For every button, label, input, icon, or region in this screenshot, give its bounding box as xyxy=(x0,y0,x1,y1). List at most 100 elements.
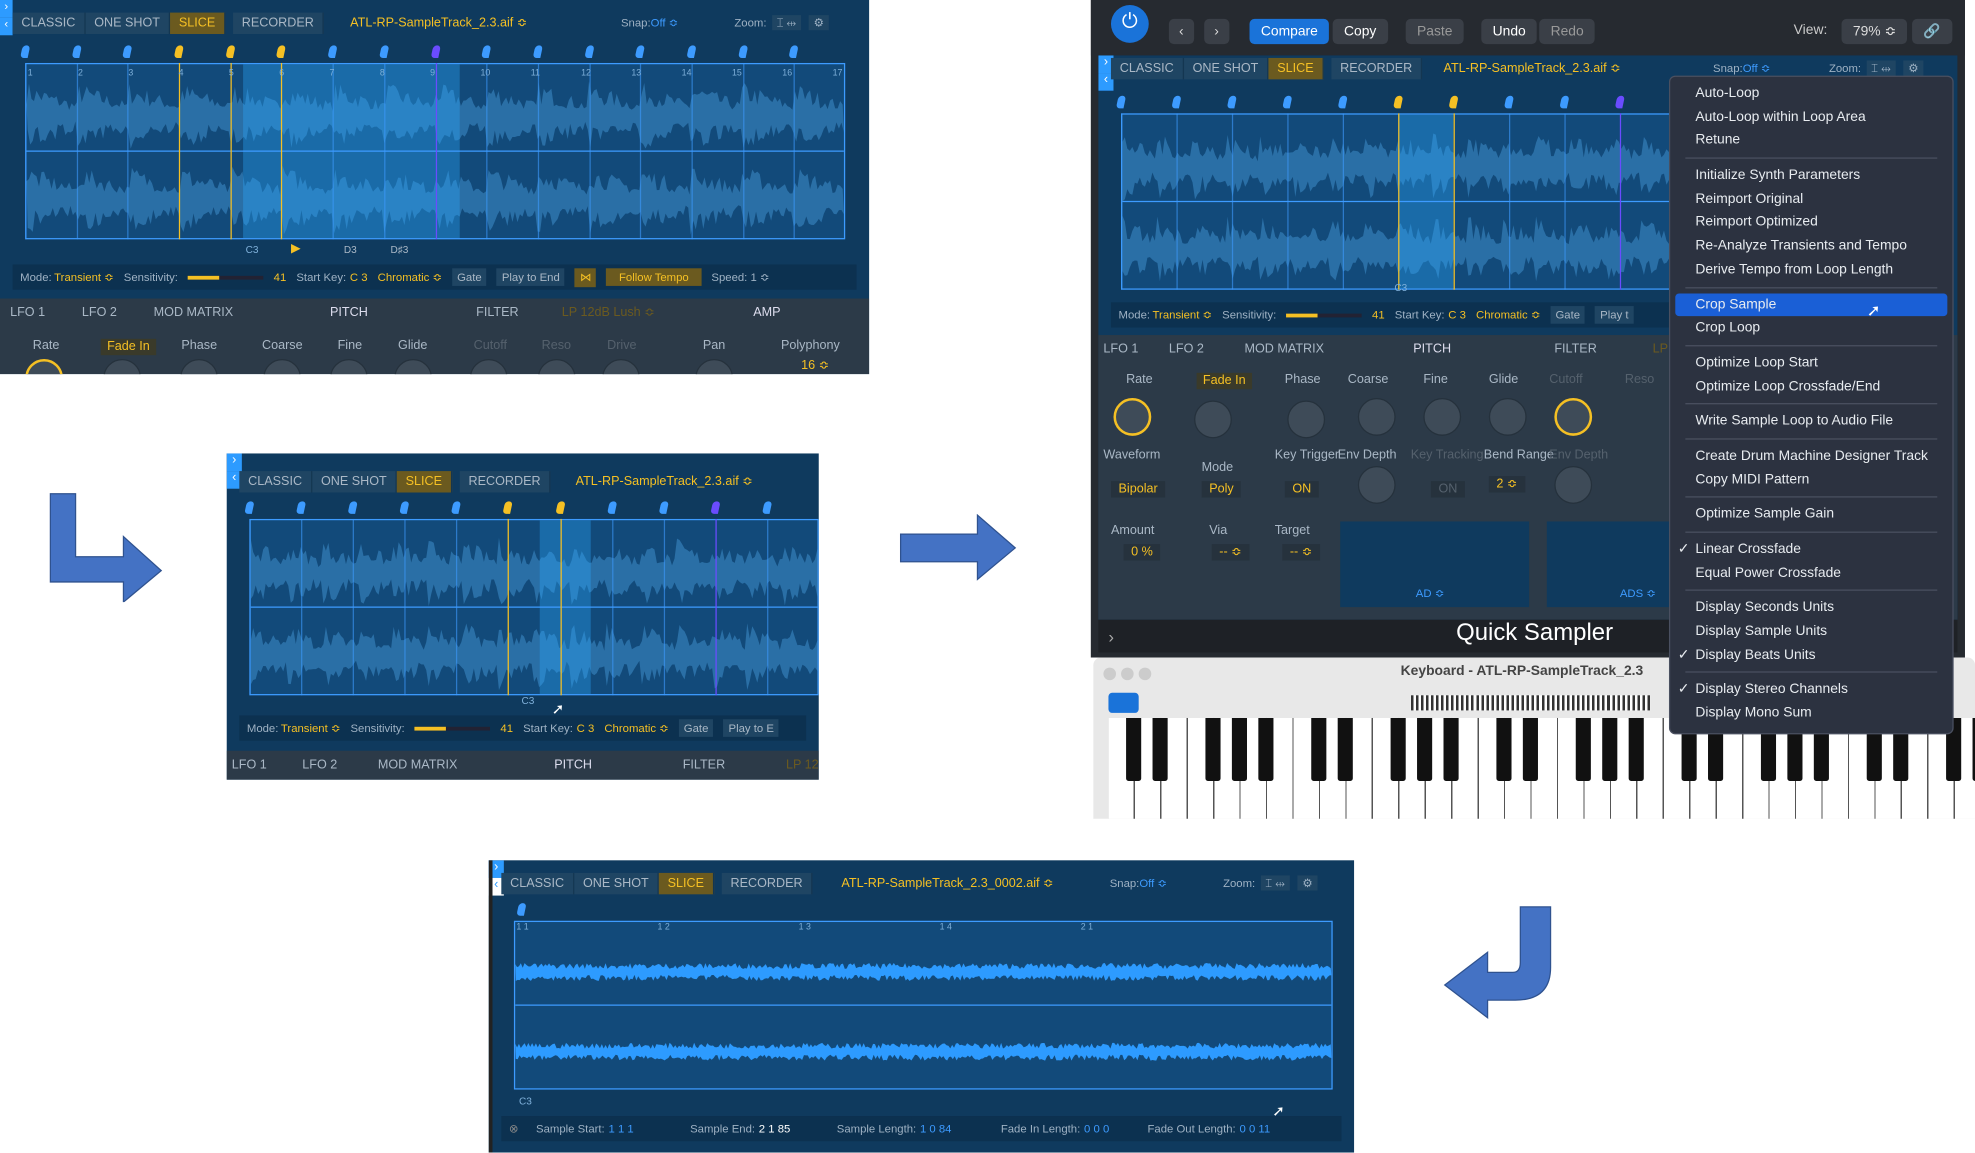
play-to-end-button[interactable]: Play to E xyxy=(723,719,779,737)
tab-classic[interactable]: CLASSIC xyxy=(1110,57,1184,80)
section-filter[interactable]: FILTER xyxy=(1554,343,1596,357)
slice-marker-handle[interactable] xyxy=(1282,95,1293,109)
menu-item-display-seconds-units[interactable]: Display Seconds Units xyxy=(1670,596,1952,620)
slice-marker-handle[interactable] xyxy=(244,501,255,514)
keyboard-range-navigator[interactable] xyxy=(1410,695,1651,711)
slice-marker-line[interactable] xyxy=(1121,113,1123,290)
zoom-icon[interactable]: ⌶ ⇹ xyxy=(1866,60,1896,76)
slice-marker-handle[interactable] xyxy=(225,45,236,58)
amount-value[interactable]: 0 % xyxy=(1123,544,1161,561)
param-knob[interactable] xyxy=(1357,466,1396,504)
param-knob[interactable] xyxy=(263,358,302,375)
slice-marker-handle[interactable] xyxy=(347,501,359,514)
snap-control[interactable]: Snap:Off ≎ xyxy=(1110,877,1167,891)
zoom-icon[interactable]: ⌶ ⇹ xyxy=(771,15,802,31)
slice-marker-line[interactable] xyxy=(640,62,642,240)
slice-marker-line[interactable] xyxy=(435,62,437,240)
waveform-display[interactable] xyxy=(513,920,1333,1090)
slice-marker-line[interactable] xyxy=(1342,113,1344,290)
black-key[interactable] xyxy=(1602,717,1618,781)
tab-recorder[interactable]: RECORDER xyxy=(459,471,551,493)
section-lp[interactable]: LP xyxy=(1653,343,1668,357)
slice-marker-line[interactable] xyxy=(766,518,769,696)
slice-marker-line[interactable] xyxy=(537,62,539,240)
slice-marker-handle[interactable] xyxy=(1226,95,1238,109)
param-knob[interactable] xyxy=(537,358,576,375)
tab-slice[interactable]: SLICE xyxy=(658,872,715,895)
window-control-button[interactable] xyxy=(1121,667,1134,681)
section-lfo-2[interactable]: LFO 2 xyxy=(302,758,337,772)
view-zoom-select[interactable]: 79% ≎ xyxy=(1841,18,1908,45)
tab-one-shot[interactable]: ONE SHOT xyxy=(312,471,397,493)
section-mod-matrix[interactable]: MOD MATRIX xyxy=(154,306,234,320)
start-key-value[interactable]: C 3 xyxy=(1448,309,1466,322)
param-knob[interactable] xyxy=(1113,398,1152,436)
param-knob[interactable] xyxy=(330,358,368,375)
slice-marker-handle[interactable] xyxy=(430,45,441,58)
section-lfo-2[interactable]: LFO 2 xyxy=(1169,343,1204,357)
slice-marker-handle[interactable] xyxy=(1393,95,1404,109)
slice-marker-handle[interactable] xyxy=(71,45,82,58)
section-filter[interactable]: FILTER xyxy=(476,306,518,320)
sensitivity-slider[interactable] xyxy=(188,275,264,280)
snap-value[interactable]: Off ≎ xyxy=(1743,62,1771,75)
sensitivity-slider[interactable] xyxy=(414,726,491,730)
section-pitch[interactable]: PITCH xyxy=(554,758,592,772)
menu-item-display-beats-units[interactable]: ✓ Display Beats Units xyxy=(1670,643,1952,667)
slice-marker-line[interactable] xyxy=(559,518,562,696)
black-key[interactable] xyxy=(1575,717,1591,781)
param-knob[interactable] xyxy=(1357,398,1396,436)
slice-marker-line[interactable] xyxy=(1453,113,1455,290)
tab-recorder[interactable]: RECORDER xyxy=(721,872,813,895)
slice-marker-handle[interactable] xyxy=(658,501,669,514)
menu-item-optimize-loop-crossfade-end[interactable]: Optimize Loop Crossfade/End xyxy=(1670,375,1952,399)
menu-item-display-stereo-channels[interactable]: ✓ Display Stereo Channels xyxy=(1670,678,1952,702)
snap-value[interactable]: Off ≎ xyxy=(1139,877,1167,890)
tab-slice[interactable]: SLICE xyxy=(396,471,453,493)
polyphony-value[interactable]: 16 ≎ xyxy=(801,359,829,373)
copy-button[interactable]: Copy xyxy=(1332,18,1388,45)
link-icon[interactable]: 🔗 xyxy=(1912,18,1953,45)
slice-marker-handle[interactable] xyxy=(737,45,748,58)
gear-icon[interactable]: ⚙ xyxy=(1297,875,1318,891)
slice-marker-handle[interactable] xyxy=(173,45,185,58)
black-key[interactable] xyxy=(1311,717,1327,781)
param-knob[interactable] xyxy=(1194,400,1232,439)
black-key[interactable] xyxy=(1628,717,1644,781)
window-control-button[interactable] xyxy=(1138,667,1152,681)
menu-item-reimport-original[interactable]: Reimport Original xyxy=(1670,187,1952,211)
slice-marker-line[interactable] xyxy=(25,62,27,240)
section-lfo-1[interactable]: LFO 1 xyxy=(1103,343,1138,357)
menu-item-optimize-sample-gain[interactable]: Optimize Sample Gain xyxy=(1670,503,1952,527)
black-key[interactable] xyxy=(1417,717,1433,781)
menu-item-reimport-optimized[interactable]: Reimport Optimized xyxy=(1670,211,1952,235)
slice-marker-line[interactable] xyxy=(281,62,283,240)
slice-marker-handle[interactable] xyxy=(378,45,390,58)
slice-marker-handle[interactable] xyxy=(1503,95,1515,109)
slice-marker-line[interactable] xyxy=(611,518,613,696)
range-end-handle[interactable]: ‹ xyxy=(0,17,13,36)
slice-marker-line[interactable] xyxy=(1176,113,1178,290)
menu-item-linear-crossfade[interactable]: ✓ Linear Crossfade xyxy=(1670,538,1952,562)
back-button[interactable]: ‹ xyxy=(1168,18,1194,45)
black-key[interactable] xyxy=(1231,717,1248,781)
sensitivity-slider[interactable] xyxy=(1286,313,1362,317)
slice-marker-line[interactable] xyxy=(230,62,232,240)
param-knob[interactable] xyxy=(1554,466,1593,504)
start-key-value[interactable]: C 3 xyxy=(350,271,368,284)
key-trigger-value[interactable]: ON xyxy=(1284,481,1319,498)
slice-marker-handle[interactable] xyxy=(1337,95,1348,109)
speed-select[interactable]: Speed: 1 ≎ xyxy=(711,270,769,284)
gate-button[interactable]: Gate xyxy=(1550,306,1586,324)
range-start-handle[interactable]: › xyxy=(226,453,242,472)
play-to-end-button[interactable]: Play t xyxy=(1595,306,1634,324)
menu-item-initialize-synth-parameters[interactable]: Initialize Synth Parameters xyxy=(1670,164,1952,188)
snap-control[interactable]: Snap:Off ≎ xyxy=(1713,62,1770,76)
slice-marker-handle[interactable] xyxy=(122,45,133,58)
slice-marker-handle[interactable] xyxy=(296,501,307,514)
menu-item-derive-tempo-from-loop-length[interactable]: Derive Tempo from Loop Length xyxy=(1670,258,1952,282)
tab-one-shot[interactable]: ONE SHOT xyxy=(1183,57,1269,80)
envelope-display[interactable] xyxy=(1546,521,1686,608)
paste-button[interactable]: Paste xyxy=(1405,18,1464,45)
black-key[interactable] xyxy=(1443,717,1459,781)
